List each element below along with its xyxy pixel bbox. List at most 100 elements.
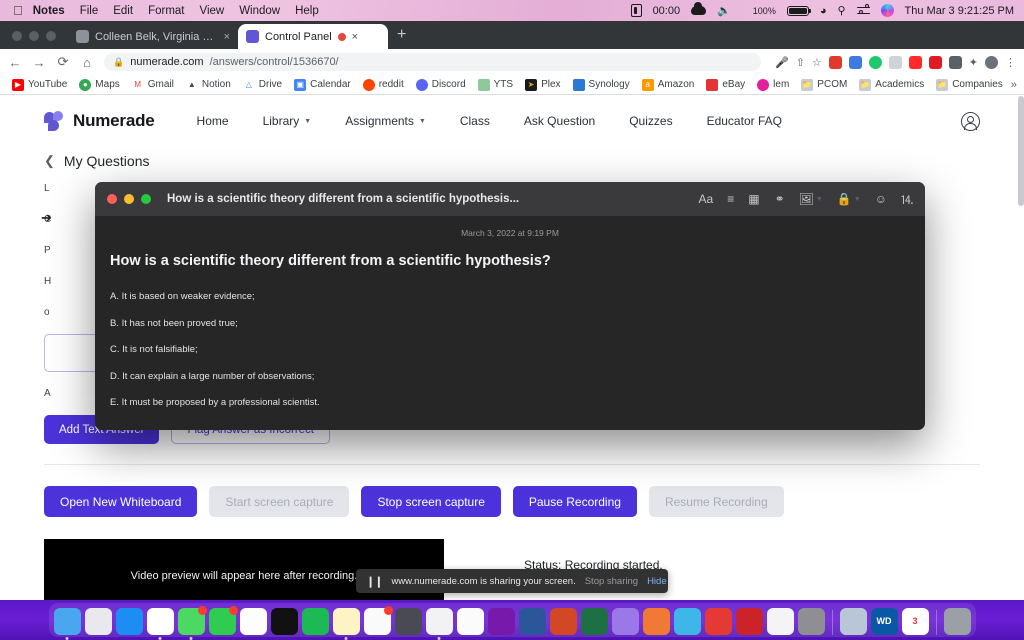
link-icon[interactable]: ⚭ <box>775 192 785 206</box>
bookmark-star-icon[interactable]: ☆ <box>812 56 822 69</box>
extension-icon-6[interactable] <box>928 55 942 69</box>
collaborate-icon[interactable]: ☺ <box>875 192 887 206</box>
nav-item-home[interactable]: Home <box>197 114 229 128</box>
pause-icon[interactable]: ❙❙ <box>366 575 383 588</box>
pause-recording-button[interactable]: Pause Recording <box>512 486 637 517</box>
nav-item-assignments[interactable]: Assignments ▼ <box>345 114 426 128</box>
dock-wd-drive[interactable]: WD <box>870 608 898 635</box>
chrome-menu-icon[interactable]: ⋮ <box>1005 56 1016 69</box>
page-scrollbar[interactable] <box>1018 96 1024 206</box>
menu-bar-clock[interactable]: Thu Mar 3 9:21:25 PM <box>905 5 1014 17</box>
microphone-icon[interactable]: 🎤 <box>775 56 789 69</box>
dock-app-parallels[interactable] <box>735 608 763 635</box>
window-traffic-lights[interactable] <box>8 31 68 49</box>
bookmark-ebay[interactable]: eBay <box>702 78 749 91</box>
close-tab-icon[interactable]: × <box>352 31 358 43</box>
nav-item-educator-faq[interactable]: Educator FAQ <box>707 114 782 128</box>
battery-icon[interactable] <box>786 5 812 16</box>
dock-calendar-day[interactable]: 3 <box>901 608 929 635</box>
close-window-button[interactable] <box>12 31 22 41</box>
dock-app-word[interactable] <box>518 608 546 635</box>
nav-item-quizzes[interactable]: Quizzes <box>629 114 672 128</box>
share-icon[interactable]: ⒕ <box>901 191 913 208</box>
dock-downloads-stack[interactable] <box>839 608 867 635</box>
share-icon[interactable]: ⇧ <box>796 56 805 69</box>
dock-app-app-store[interactable] <box>115 608 143 635</box>
extension-icon-4[interactable] <box>888 55 902 69</box>
notes-content[interactable]: March 3, 2022 at 9:19 PM How is a scient… <box>95 216 925 408</box>
dock-app-launchpad[interactable] <box>84 608 112 635</box>
dock-app-notion[interactable] <box>456 608 484 635</box>
nav-item-library[interactable]: Library ▼ <box>263 114 312 128</box>
dock-trash[interactable] <box>943 608 971 635</box>
forward-icon[interactable]: → <box>32 55 46 70</box>
menu-item-notes[interactable]: Notes <box>33 5 65 17</box>
bookmark-academics[interactable]: 📁 Academics <box>855 78 928 91</box>
dock-app-screenshot[interactable] <box>766 608 794 635</box>
close-tab-icon[interactable]: × <box>224 31 230 43</box>
breadcrumb[interactable]: ❮ My Questions <box>0 147 1024 169</box>
minimize-window-button[interactable] <box>29 31 39 41</box>
screen-recording-icon[interactable] <box>630 4 642 17</box>
format-aa-icon[interactable]: Aa <box>699 192 714 206</box>
notes-traffic-lights[interactable] <box>107 194 151 204</box>
hide-sharing-bar-button[interactable]: Hide <box>647 576 667 587</box>
dock-app-1password[interactable] <box>704 608 732 635</box>
bookmark-amazon[interactable]: a Amazon <box>638 78 699 91</box>
dock-app-affinity-photo[interactable] <box>611 608 639 635</box>
dock-app-facetime[interactable] <box>208 606 238 635</box>
open-new-whiteboard-button[interactable]: Open New Whiteboard <box>44 486 198 517</box>
bookmark-plex[interactable]: ➤ Plex <box>521 78 564 91</box>
address-bar[interactable]: 🔒 numerade.com/answers/control/1536670/ <box>104 53 761 71</box>
wifi-icon[interactable]: ◕ <box>820 5 827 17</box>
extension-icon-1[interactable] <box>828 55 842 69</box>
extensions-puzzle-icon[interactable]: ✦ <box>969 56 978 69</box>
dock-app-reminders[interactable] <box>363 606 393 635</box>
bookmark-maps[interactable]: ● Maps <box>75 78 123 91</box>
reload-icon[interactable]: ⟳ <box>56 54 70 70</box>
search-icon[interactable]: ⚲ <box>837 4 845 17</box>
dock-app-spotify[interactable] <box>301 608 329 635</box>
control-center-icon[interactable] <box>856 4 870 17</box>
bookmark-yts[interactable]: YTS <box>474 78 517 91</box>
dock-app-onenote[interactable] <box>487 608 515 635</box>
bookmarks-overflow-icon[interactable]: » <box>1011 79 1019 91</box>
table-icon[interactable]: ▦ <box>748 192 759 206</box>
stop-sharing-button[interactable]: Stop sharing <box>585 576 638 587</box>
resume-recording-button[interactable]: Resume Recording <box>648 486 784 517</box>
dock-app-chrome[interactable] <box>146 608 174 640</box>
numerade-logo[interactable]: Numerade <box>44 110 155 132</box>
bookmark-lem[interactable]: lem <box>753 78 793 91</box>
bookmark-discord[interactable]: Discord <box>412 78 470 91</box>
dock-app-freeform[interactable] <box>394 608 422 635</box>
dock-app-handbrake[interactable] <box>797 608 825 635</box>
dock-app-photos[interactable] <box>239 608 267 635</box>
browser-tab-2[interactable]: Control Panel × <box>238 24 388 49</box>
bookmark-drive[interactable]: △ Drive <box>239 78 286 91</box>
extension-icon-3[interactable] <box>868 55 882 69</box>
stop-screen-capture-button[interactable]: Stop screen capture <box>361 486 501 517</box>
dock-app-iterm[interactable] <box>270 608 298 635</box>
bookmark-synology[interactable]: Synology <box>569 78 634 91</box>
apple-menu-icon[interactable]:  <box>13 4 23 17</box>
menu-item-view[interactable]: View <box>199 5 224 17</box>
bookmark-notion[interactable]: ▲ Notion <box>182 78 235 91</box>
dock-app-messages[interactable] <box>177 606 207 640</box>
browser-tab-1[interactable]: Colleen Belk, Virginia Borden M × <box>68 24 238 49</box>
bookmark-gmail[interactable]: M Gmail <box>128 78 178 91</box>
bookmark-youtube[interactable]: ▶ YouTube <box>8 78 71 91</box>
start-screen-capture-button[interactable]: Start screen capture <box>209 486 350 517</box>
notes-minimize-button[interactable] <box>124 194 134 204</box>
nav-item-ask-question[interactable]: Ask Question <box>524 114 595 128</box>
menu-item-edit[interactable]: Edit <box>113 5 133 17</box>
dock-app-powerpoint[interactable] <box>549 608 577 635</box>
notes-maximize-button[interactable] <box>141 194 151 204</box>
volume-icon[interactable]: 🔈 <box>717 4 731 17</box>
notes-close-button[interactable] <box>107 194 117 204</box>
home-icon[interactable]: ⌂ <box>80 55 94 70</box>
nav-item-class[interactable]: Class <box>460 114 490 128</box>
lock-icon[interactable]: 🔒 ▼ <box>837 192 861 206</box>
bookmark-companies[interactable]: 📁 Companies <box>932 78 1007 91</box>
back-icon[interactable]: ← <box>8 55 22 70</box>
bookmark-reddit[interactable]: reddit <box>359 78 408 91</box>
